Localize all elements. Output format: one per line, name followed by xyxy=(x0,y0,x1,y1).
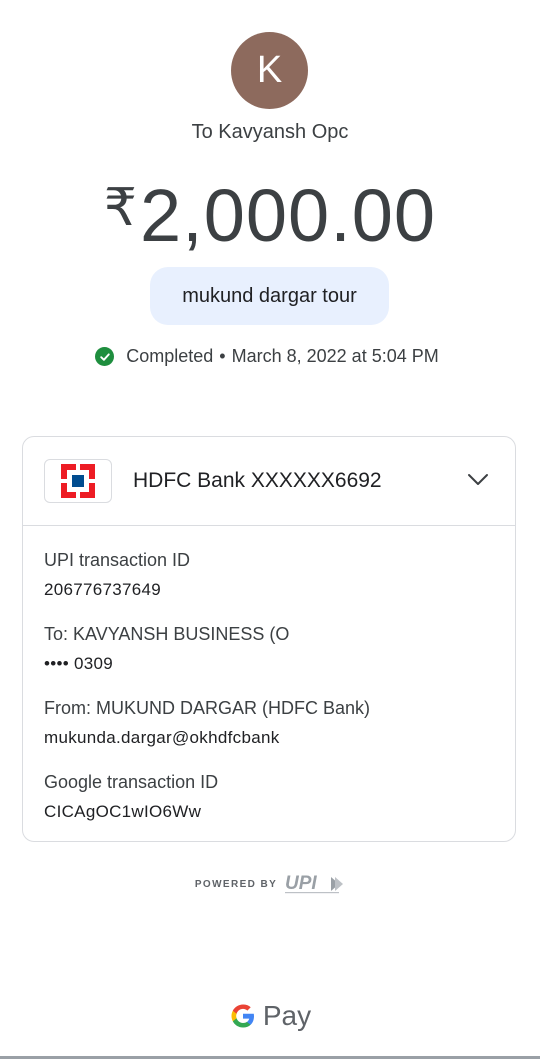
upi-transaction-id-block: UPI transaction ID 206776737649 xyxy=(44,547,190,603)
google-transaction-id-value[interactable]: CICAgOC1wIO6Ww xyxy=(44,799,218,825)
google-pay-logo: Pay xyxy=(0,1000,540,1032)
payment-note: mukund dargar tour xyxy=(150,267,389,325)
upi-logo-icon: UPI xyxy=(285,873,344,894)
svg-text:UPI: UPI xyxy=(285,873,317,894)
powered-by-text: POWERED BY xyxy=(194,878,278,890)
bank-account-row[interactable]: HDFC Bank XXXXXX6692 xyxy=(23,437,515,526)
avatar: K xyxy=(231,32,308,109)
chevron-down-icon[interactable] xyxy=(467,469,489,491)
status-separator: • xyxy=(219,346,226,366)
gpay-text: Pay xyxy=(262,1000,312,1031)
from-account-value: mukunda.dargar@okhdfcbank xyxy=(44,728,280,747)
to-account-value: •••• 0309 xyxy=(44,654,114,673)
status-text: Completed xyxy=(126,346,214,366)
hdfc-bank-logo xyxy=(44,459,112,503)
google-transaction-id-label: Google transaction ID xyxy=(44,772,219,792)
payment-note-text: mukund dargar tour xyxy=(182,284,357,307)
status-row: Completed • March 8, 2022 at 5:04 PM xyxy=(0,346,540,367)
amount: ₹2,000.00 xyxy=(0,162,540,262)
to-account-label: To: KAVYANSH BUSINESS (O xyxy=(44,624,290,644)
transaction-details-card: HDFC Bank XXXXXX6692 UPI transaction ID … xyxy=(22,436,516,842)
from-account-label: From: MUKUND DARGAR (HDFC Bank) xyxy=(44,698,371,718)
avatar-initial: K xyxy=(256,49,283,91)
amount-value: 2,000.00 xyxy=(140,174,437,257)
upi-transaction-id-label: UPI transaction ID xyxy=(44,550,191,570)
bank-account-name: HDFC Bank XXXXXX6692 xyxy=(133,469,382,492)
check-circle-icon xyxy=(95,347,115,366)
payment-receipt: K To Kavyansh Opc ₹2,000.00 mukund darga… xyxy=(0,0,540,1059)
powered-by-upi: POWERED BY UPI xyxy=(0,873,540,895)
recipient-label: To Kavyansh Opc xyxy=(191,121,349,143)
status-datetime: March 8, 2022 at 5:04 PM xyxy=(231,346,439,366)
to-account-block: To: KAVYANSH BUSINESS (O •••• 0309 xyxy=(44,621,289,677)
google-transaction-id-block: Google transaction ID CICAgOC1wIO6Ww xyxy=(44,769,218,825)
currency-symbol: ₹ xyxy=(103,179,139,237)
google-g-icon xyxy=(231,1004,254,1028)
from-account-block: From: MUKUND DARGAR (HDFC Bank) mukunda.… xyxy=(44,695,370,751)
upi-transaction-id-value[interactable]: 206776737649 xyxy=(44,577,190,603)
